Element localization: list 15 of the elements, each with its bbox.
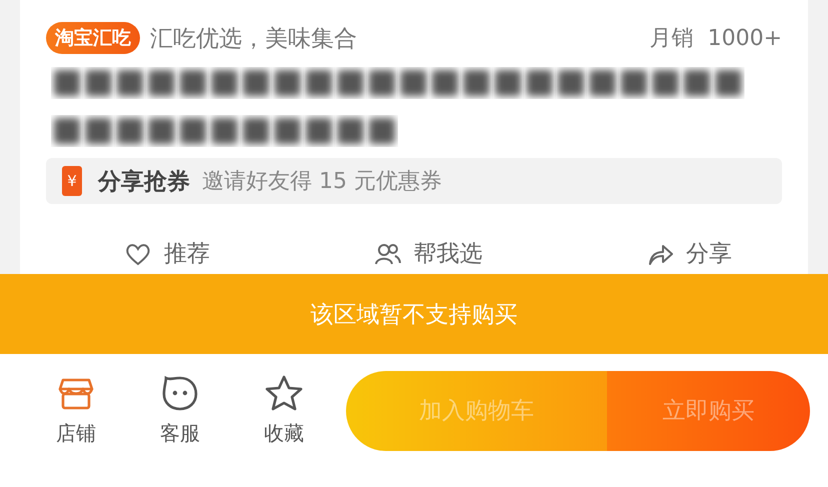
shop-tag: 淘宝汇吃: [46, 22, 140, 54]
coupon-title: 分享抢券: [98, 168, 190, 196]
action-button[interactable]: 帮我选: [374, 238, 482, 269]
tab-button[interactable]: 客服: [128, 374, 232, 447]
coupon-bar[interactable]: ¥ 分享抢券 邀请好友得 15 元优惠券: [46, 158, 782, 204]
action-button[interactable]: 分享: [646, 238, 732, 269]
sales-label: 月销: [650, 25, 694, 53]
coupon-icon: ¥: [62, 166, 82, 196]
slogan-text: 汇吃优选，美味集合: [150, 24, 357, 54]
sales-count: 1000+: [708, 26, 782, 50]
coupon-text: 邀请好友得 15 元优惠券: [202, 168, 442, 196]
tab-button[interactable]: 收藏: [232, 374, 336, 447]
tab-button[interactable]: 店铺: [24, 374, 128, 447]
notice-banner: 该区域暂不支持购买: [0, 274, 828, 354]
action-button[interactable]: 推荐: [124, 238, 210, 269]
